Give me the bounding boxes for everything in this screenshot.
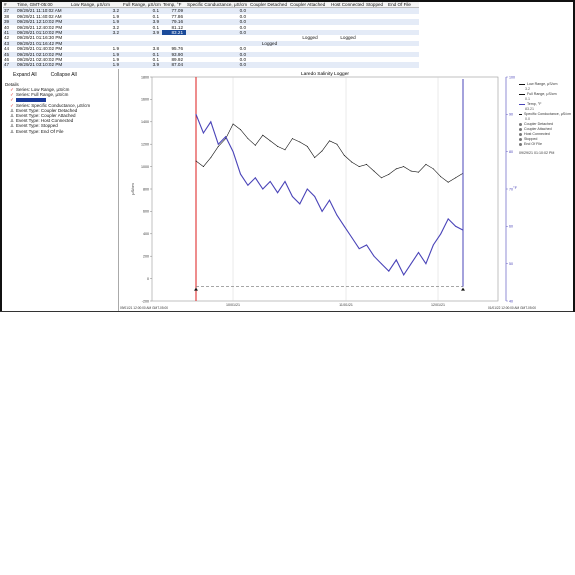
table-cell — [289, 62, 330, 67]
selected-series-highlight — [16, 97, 46, 103]
plot-area[interactable]: Laredo Salinity Logger 1800 1600 1400 1200 10… — [118, 69, 575, 312]
table-cell: 1.9 — [112, 62, 119, 68]
table-cell — [330, 62, 365, 67]
legend-timestamp: 09/29/21 01:10:02 PM — [519, 151, 555, 155]
data-table[interactable]: # Time, GMT-05:00 Low Range, μS/cm Full Ran… — [3, 2, 419, 68]
tree-item-label: Series: Full Range, μS/cm — [16, 92, 69, 98]
x-tick-label: 11/01/21 — [339, 303, 353, 307]
table-cell: 47 — [4, 62, 10, 68]
y2-tick-label: 40 — [509, 299, 513, 303]
column-header[interactable]: Temp, °F — [162, 2, 186, 7]
details-tree-panel: Expand All Collapse All Details ✓ Series:… — [2, 69, 119, 311]
y-tick-label: 1200 — [141, 143, 149, 147]
column-header[interactable]: Stopped — [365, 2, 387, 7]
y-tick-label: 1800 — [141, 75, 149, 79]
chart-svg[interactable]: Laredo Salinity Logger 1800 1600 1400 1200 10… — [118, 69, 575, 312]
x-end-label: 01/01/22 12:00:00 AM GMT-05:00 — [488, 306, 536, 310]
y-axis-label: μS/cm — [130, 183, 135, 195]
tree-item[interactable]: ∆ Event Type: End Of File — [2, 129, 118, 134]
table-cell: 0.0 — [239, 62, 246, 68]
table-cell — [249, 62, 289, 67]
chart-title: Laredo Salinity Logger — [301, 71, 349, 77]
legend-label: Low Range, μS/cm — [527, 82, 558, 86]
legend-entry[interactable]: End Of File — [519, 142, 571, 147]
y-tick-label: 0 — [147, 277, 149, 281]
table-cell: 3.9 — [152, 62, 159, 68]
y-tick-label: -200 — [142, 299, 149, 303]
collapse-all-button[interactable]: Collapse All — [51, 72, 77, 78]
column-header[interactable]: Time, GMT-05:00 — [16, 2, 70, 7]
column-header[interactable]: Low Range, μS/cm — [70, 2, 122, 7]
y-tick-label: 1400 — [141, 120, 149, 124]
legend-swatch — [519, 83, 525, 86]
column-header[interactable]: Coupler Attached — [289, 2, 330, 7]
y2-axis-label: °F — [513, 185, 518, 190]
tree-item-label: Event Type: End Of File — [16, 128, 64, 134]
table-row[interactable]: 47 09/29/21 03:10:02 PM 1.9 3.9 87.04 0.0 — [3, 62, 419, 68]
y2-tick-label: 100 — [509, 75, 515, 79]
app-window: # Time, GMT-05:00 Low Range, μS/cm Full Ran… — [0, 0, 575, 312]
legend-swatch — [519, 133, 522, 136]
column-header[interactable]: Host Connected — [330, 2, 365, 7]
x-tick-label: 12/01/21 — [431, 303, 445, 307]
event-icon: ∆ — [10, 128, 14, 134]
y-tick-label: 600 — [143, 210, 149, 214]
y-tick-label: 800 — [143, 187, 149, 191]
legend-label: End Of File — [524, 142, 542, 146]
window-bottom-border — [0, 311, 575, 312]
details-label: Details — [5, 82, 19, 87]
legend-label: Full Range, μS/cm — [527, 92, 557, 96]
legend-swatch — [519, 143, 522, 146]
column-header[interactable]: Coupler Detached — [249, 2, 289, 7]
legend-swatch — [519, 113, 522, 116]
column-header[interactable]: Specific Conductance, μS/cm — [186, 2, 249, 7]
legend-label: Specific Conductance, μS/cm — [523, 112, 571, 116]
expand-all-button[interactable]: Expand All — [13, 72, 37, 78]
column-header[interactable]: Full Range, μS/cm — [122, 2, 162, 7]
column-header[interactable]: End Of File — [387, 2, 419, 7]
y-tick-label: 1600 — [141, 98, 149, 102]
chart-legend: Low Range, μS/cm 3.2 Full Range, μS/cm 0.1 T… — [519, 82, 571, 156]
plot-frame — [151, 76, 499, 302]
y2-tick-label: 80 — [509, 150, 513, 154]
legend-swatch — [519, 93, 525, 96]
tree-items: ✓ Series: Low Range, μS/cm ✓ Series: Full R… — [2, 87, 118, 134]
y-tick-label: 1000 — [141, 165, 149, 169]
y2-tick-label: 50 — [509, 262, 513, 266]
y-tick-label: 400 — [143, 232, 149, 236]
x-tick-label: 10/01/21 — [226, 303, 240, 307]
legend-swatch — [519, 138, 522, 141]
legend-swatch — [519, 123, 522, 126]
y2-tick-label: 90 — [509, 113, 513, 117]
table-cell: 09/29/21 03:10:02 PM — [17, 62, 63, 68]
y2-tick-label: 60 — [509, 225, 513, 229]
legend-swatch — [519, 103, 525, 106]
table-cell — [365, 62, 387, 67]
y-tick-label: 200 — [143, 255, 149, 259]
table-cell — [387, 62, 419, 67]
x-start-label: 09/01/21 12:00:00 AM GMT-05:00 — [120, 306, 168, 310]
legend-swatch — [519, 128, 522, 131]
table-cell: 87.04 — [171, 62, 184, 68]
column-header[interactable]: # — [3, 2, 16, 7]
